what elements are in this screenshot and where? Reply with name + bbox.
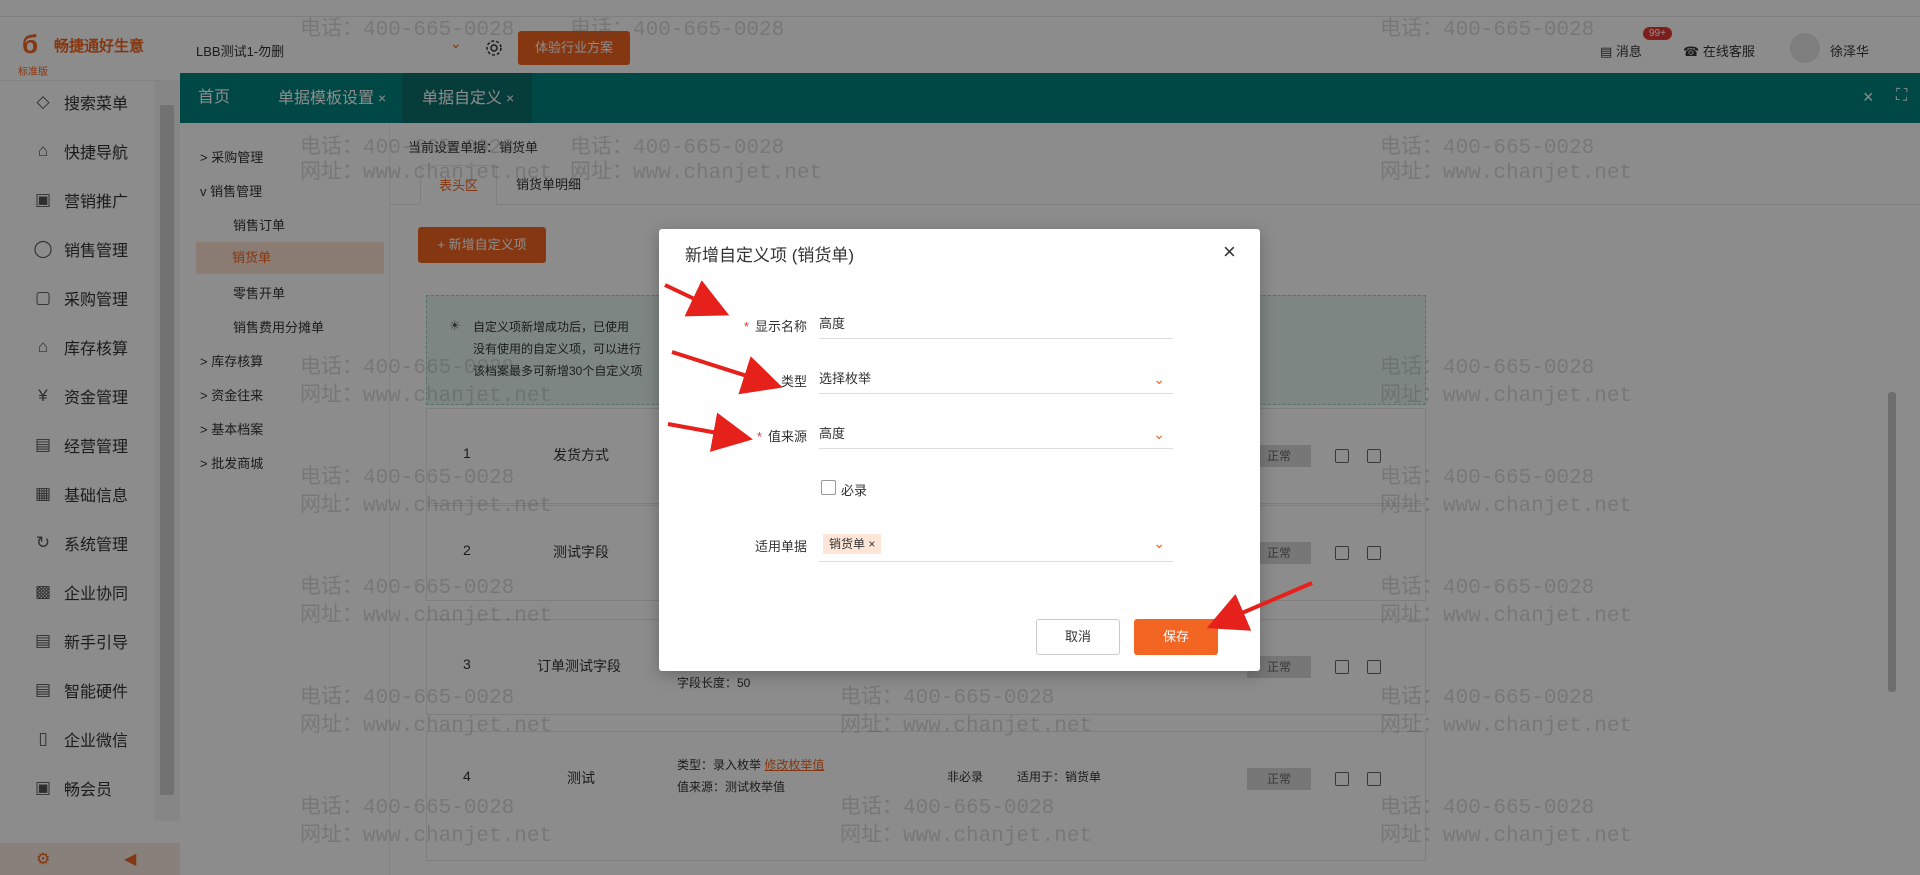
close-icon[interactable]: ×: [1223, 239, 1236, 265]
save-button[interactable]: 保存: [1134, 619, 1218, 655]
applies-label: 适用单据: [754, 539, 807, 554]
display-name-input[interactable]: 高度: [819, 309, 1173, 339]
required-checkbox-label: 必录: [841, 483, 868, 498]
label-text: 值来源: [767, 429, 807, 444]
chevron-down-icon: ⌄: [1153, 535, 1165, 551]
applies-tag: 销货单 ×: [823, 534, 882, 554]
dialog-title: 新增自定义项 (销货单): [685, 246, 855, 265]
required-mark: *: [756, 429, 762, 444]
value-source-select[interactable]: 高度 ⌄: [819, 419, 1173, 449]
field-value: 选择枚举: [819, 371, 872, 386]
type-select[interactable]: 选择枚举 ⌄: [819, 364, 1173, 394]
field-value: 高度: [819, 426, 846, 441]
applies-select[interactable]: 销货单 × ⌄: [819, 528, 1173, 562]
required-mark: *: [743, 319, 749, 334]
chevron-down-icon: ⌄: [1153, 371, 1165, 387]
field-value: 高度: [819, 316, 846, 331]
add-custom-item-dialog: 新增自定义项 (销货单) × * 显示名称 高度 类型 选择枚举 ⌄ * 值来源 高度…: [659, 229, 1260, 671]
cancel-button[interactable]: 取消: [1036, 619, 1120, 655]
label-text: 显示名称: [754, 319, 807, 334]
tag-label: 销货单: [829, 537, 866, 551]
required-checkbox[interactable]: [821, 480, 836, 495]
value-source-label: * 值来源: [659, 426, 807, 445]
chevron-down-icon: ⌄: [1153, 426, 1165, 442]
type-label: 类型: [780, 374, 807, 389]
tag-close-icon[interactable]: ×: [868, 537, 875, 551]
display-name-label: * 显示名称: [659, 316, 807, 335]
